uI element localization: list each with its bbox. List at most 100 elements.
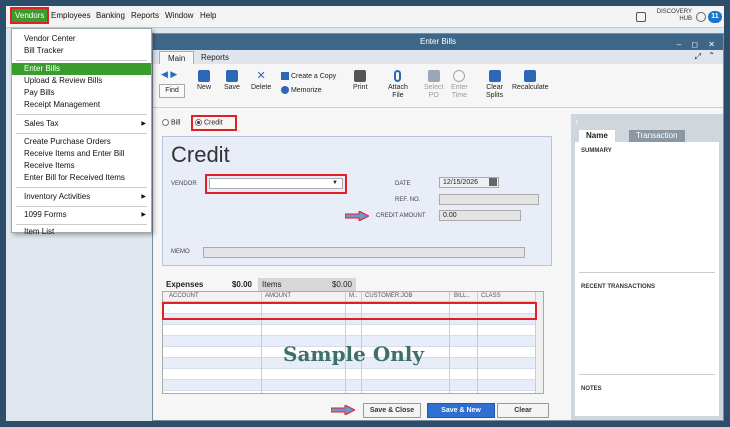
menu-item-1099-forms[interactable]: 1099 Forms ▶ (12, 209, 151, 221)
tab-expenses[interactable]: Expenses $0.00 (162, 278, 256, 291)
date-label: DATE (395, 181, 411, 187)
prev-next-arrows-icon[interactable]: ◀ ▶ (161, 69, 177, 80)
find-button[interactable]: Find (159, 84, 185, 98)
expenses-items-tabs: Expenses $0.00 Items $0.00 (162, 278, 356, 291)
menu-item-receipt-management[interactable]: Receipt Management (12, 99, 151, 111)
memorize-icon (281, 86, 289, 94)
calendar-icon[interactable] (489, 178, 497, 186)
toolbar: ◀ ▶ Find New Save ✕ Delete Create a Copy… (153, 64, 723, 108)
menu-help[interactable]: Help (200, 11, 216, 20)
summary-heading: SUMMARY (581, 148, 612, 154)
col-class[interactable]: CLASS (481, 293, 501, 299)
recalculate-button[interactable]: Recalculate (512, 70, 549, 92)
col-amount[interactable]: AMOUNT (265, 293, 291, 299)
menu-item-sales-tax[interactable]: Sales Tax ▶ (12, 118, 151, 130)
menu-separator (16, 60, 147, 61)
chevron-right-icon[interactable]: › (575, 116, 578, 126)
menu-item-receive-items[interactable]: Receive Items (12, 160, 151, 172)
attach-label-2: File (392, 92, 404, 99)
tab-reports[interactable]: Reports (193, 51, 237, 64)
submenu-arrow-icon: ▶ (141, 212, 146, 218)
recalculate-label: Recalculate (512, 84, 549, 91)
credit-amount-label: CREDIT AMOUNT (376, 213, 426, 219)
table-row[interactable] (163, 369, 535, 380)
window-title-bar: Enter Bills – ◻ ✕ (153, 34, 723, 50)
select-po-button[interactable]: Select PO (424, 70, 443, 100)
menu-item-receive-items-and-enter-bill[interactable]: Receive Items and Enter Bill (12, 148, 151, 160)
vendor-label: VENDOR (171, 181, 197, 187)
panel-divider (579, 374, 715, 375)
col-memo[interactable]: M.. (349, 293, 357, 299)
attach-file-button[interactable]: Attach File (388, 70, 408, 100)
select-po-label-1: Select (424, 84, 444, 91)
save-button[interactable]: Save (224, 70, 240, 92)
expenses-tab-amount: $0.00 (231, 280, 252, 289)
col-billable[interactable]: BILL.. (454, 293, 470, 299)
clock-icon[interactable] (696, 12, 706, 22)
col-account[interactable]: ACCOUNT (169, 293, 199, 299)
menu-item-enter-bills[interactable]: Enter Bills (12, 63, 151, 75)
memo-field[interactable] (203, 247, 525, 258)
menu-item-vendor-center[interactable]: Vendor Center (12, 33, 151, 45)
save-icon (225, 70, 238, 82)
table-row[interactable] (163, 325, 535, 336)
menu-item-inventory-activities[interactable]: Inventory Activities ▶ (12, 191, 151, 203)
collapse-icon[interactable]: ⌃ (708, 51, 715, 60)
panel-content: SUMMARY RECENT TRANSACTIONS NOTES (575, 142, 719, 416)
menu-reports[interactable]: Reports (131, 11, 159, 20)
menubar: Vendors Employees Banking Reports Window… (6, 6, 724, 28)
menu-separator (16, 114, 147, 115)
bill-radio[interactable]: Bill (162, 119, 180, 126)
clear-splits-label-2: Splits (486, 92, 504, 99)
menu-item-create-purchase-orders[interactable]: Create Purchase Orders (12, 136, 151, 148)
menu-employees[interactable]: Employees (51, 11, 91, 20)
table-row[interactable] (163, 380, 535, 391)
clear-splits-button[interactable]: Clear Splits (486, 70, 503, 100)
create-copy-button[interactable]: Create a Copy (281, 72, 336, 80)
col-customer-job[interactable]: CUSTOMER:JOB (365, 293, 413, 299)
copy-icon (281, 72, 289, 80)
tab-name[interactable]: Name (579, 130, 615, 142)
clear-button[interactable]: Clear (497, 403, 549, 418)
tab-transaction[interactable]: Transaction (629, 130, 685, 142)
notification-badge[interactable]: 11 (708, 11, 722, 23)
tab-main[interactable]: Main (159, 51, 195, 64)
menu-separator (16, 187, 147, 188)
menu-item-bill-tracker[interactable]: Bill Tracker (12, 45, 151, 57)
menu-item-enter-bill-received-items[interactable]: Enter Bill for Received Items (12, 172, 151, 184)
tab-items[interactable]: Items $0.00 (258, 278, 356, 291)
delete-icon: ✕ (256, 70, 266, 82)
panel-divider (579, 272, 715, 273)
menu-banking[interactable]: Banking (96, 11, 125, 20)
expenses-tab-label: Expenses (166, 280, 204, 289)
grid-header: ACCOUNT AMOUNT M.. CUSTOMER:JOB BILL.. C… (163, 292, 535, 302)
screenshot-frame: Vendors Employees Banking Reports Window… (0, 0, 730, 427)
print-button[interactable]: Print (353, 70, 367, 92)
menu-item-pay-bills[interactable]: Pay Bills (12, 87, 151, 99)
memorize-button[interactable]: Memorize (281, 86, 322, 94)
menu-item-item-list[interactable]: Item List (12, 226, 151, 238)
menu-separator (16, 133, 147, 134)
expand-icon[interactable]: ⤢ (695, 52, 701, 62)
credit-amount-field[interactable]: 0.00 (439, 210, 521, 221)
enter-time-button[interactable]: Enter Time (451, 70, 468, 100)
ref-no-field[interactable] (439, 194, 539, 205)
window-tabs: Main Reports ⤢ ⌃ (153, 50, 723, 64)
discovery-line2: HUB (679, 16, 692, 22)
discovery-hub-label[interactable]: DISCOVERY HUB (634, 9, 692, 25)
new-icon (198, 70, 210, 82)
menu-separator (16, 224, 147, 225)
bill-radio-circle (162, 119, 169, 126)
notes-heading: NOTES (581, 386, 602, 392)
save-close-button[interactable]: Save & Close (363, 403, 421, 418)
delete-button[interactable]: ✕ Delete (251, 70, 271, 92)
paperclip-icon (394, 70, 402, 82)
save-new-button[interactable]: Save & New (427, 403, 495, 418)
credit-amount-pointer-arrow (345, 211, 369, 221)
menu-window[interactable]: Window (165, 11, 193, 20)
menu-item-upload-review-bills[interactable]: Upload & Review Bills (12, 75, 151, 87)
print-icon (354, 70, 367, 82)
enter-time-label-1: Enter (451, 84, 468, 91)
menu-vendors[interactable]: Vendors (9, 7, 50, 24)
new-button[interactable]: New (197, 70, 211, 92)
